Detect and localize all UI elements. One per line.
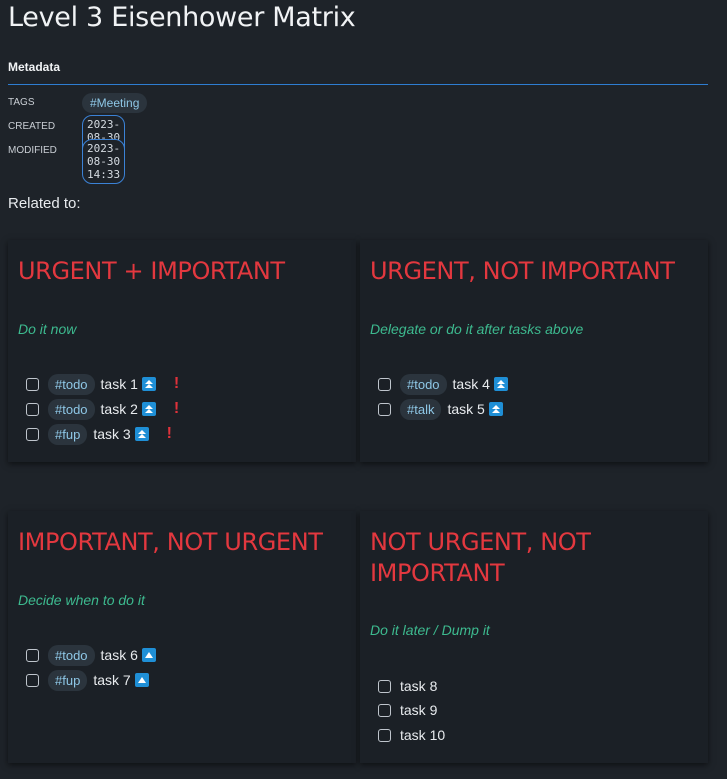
task-tag[interactable]: #todo xyxy=(400,373,447,395)
metadata-key-modified: MODIFIED xyxy=(8,145,57,156)
task-checkbox[interactable] xyxy=(378,402,391,416)
quadrant-urgent-important: URGENT + IMPORTANT Do it now #todo task … xyxy=(8,240,356,462)
priority-highest-icon xyxy=(493,377,508,391)
task-item: #todo task 1 ! xyxy=(26,372,179,396)
quadrant-subtitle: Do it now xyxy=(18,321,77,337)
task-tag[interactable]: #talk xyxy=(400,398,442,420)
task-label: task 4 xyxy=(452,376,490,392)
task-checkbox[interactable] xyxy=(378,703,391,717)
priority-high-icon xyxy=(134,673,149,687)
quadrant-title: URGENT, NOT IMPORTANT xyxy=(370,257,675,285)
quadrant-subtitle: Decide when to do it xyxy=(18,592,145,608)
task-tag[interactable]: #fup xyxy=(48,669,88,691)
task-checkbox[interactable] xyxy=(26,402,39,416)
task-checkbox[interactable] xyxy=(26,673,39,687)
page-title: Level 3 Eisenhower Matrix xyxy=(8,2,356,33)
priority-highest-icon xyxy=(141,377,156,391)
quadrant-subtitle: Do it later / Dump it xyxy=(370,622,490,638)
related-label: Related to: xyxy=(8,195,81,212)
task-checkbox[interactable] xyxy=(378,679,391,693)
task-item: #todo task 6 xyxy=(26,643,156,667)
task-label: task 6 xyxy=(100,647,138,663)
task-item: #todo task 4 xyxy=(378,372,508,396)
task-label: task 10 xyxy=(400,727,446,743)
task-item: task 9 xyxy=(378,698,437,722)
quadrant-title-line-2: IMPORTANT xyxy=(370,559,505,587)
metadata-key-tags: TAGS xyxy=(8,97,35,108)
task-checkbox[interactable] xyxy=(26,648,39,662)
quadrant-title-line-1: NOT URGENT, NOT xyxy=(370,528,591,556)
task-tag[interactable]: #todo xyxy=(48,644,95,666)
urgent-exclamation-icon: ! xyxy=(173,400,180,417)
task-checkbox[interactable] xyxy=(378,377,391,391)
metadata-modified-value[interactable]: 2023-08-30 14:33 xyxy=(82,139,126,184)
quadrant-urgent-not-important: URGENT, NOT IMPORTANT Delegate or do it … xyxy=(360,240,708,462)
priority-highest-icon xyxy=(488,402,503,416)
task-label: task 8 xyxy=(400,678,438,694)
quadrant-subtitle: Delegate or do it after tasks above xyxy=(370,321,584,337)
urgent-exclamation-icon: ! xyxy=(166,425,172,442)
task-label: task 1 xyxy=(100,376,138,392)
quadrant-important-not-urgent: IMPORTANT, NOT URGENT Decide when to do … xyxy=(8,511,356,763)
quadrant-not-urgent-not-important: NOT URGENT, NOT IMPORTANT Do it later / … xyxy=(360,511,708,763)
task-checkbox[interactable] xyxy=(26,377,39,391)
task-tag[interactable]: #fup xyxy=(48,423,88,445)
urgent-exclamation-icon: ! xyxy=(173,375,180,392)
task-item: #todo task 2 ! xyxy=(26,397,179,421)
task-label: task 2 xyxy=(100,401,138,417)
priority-high-icon xyxy=(141,648,156,662)
quadrant-title: IMPORTANT, NOT URGENT xyxy=(18,528,323,556)
priority-highest-icon xyxy=(141,402,156,416)
task-item: #fup task 7 xyxy=(26,668,149,692)
task-tag[interactable]: #todo xyxy=(48,373,95,395)
task-label: task 7 xyxy=(93,672,131,688)
task-label: task 5 xyxy=(447,401,485,417)
task-checkbox[interactable] xyxy=(378,728,391,742)
task-label: task 3 xyxy=(93,426,131,442)
task-item: #talk task 5 xyxy=(378,397,503,421)
task-item: task 10 xyxy=(378,723,445,747)
task-tag[interactable]: #todo xyxy=(48,398,95,420)
quadrant-title: URGENT + IMPORTANT xyxy=(18,257,285,285)
metadata-key-created: CREATED xyxy=(8,121,56,132)
metadata-heading[interactable]: Metadata xyxy=(8,60,60,74)
task-item: #fup task 3 ! xyxy=(26,422,172,446)
task-label: task 9 xyxy=(400,702,438,718)
metadata-divider xyxy=(8,84,708,85)
metadata-tag-meeting[interactable]: #Meeting xyxy=(82,93,148,113)
priority-highest-icon xyxy=(134,427,149,441)
task-item: task 8 xyxy=(378,674,437,698)
task-checkbox[interactable] xyxy=(26,427,39,441)
